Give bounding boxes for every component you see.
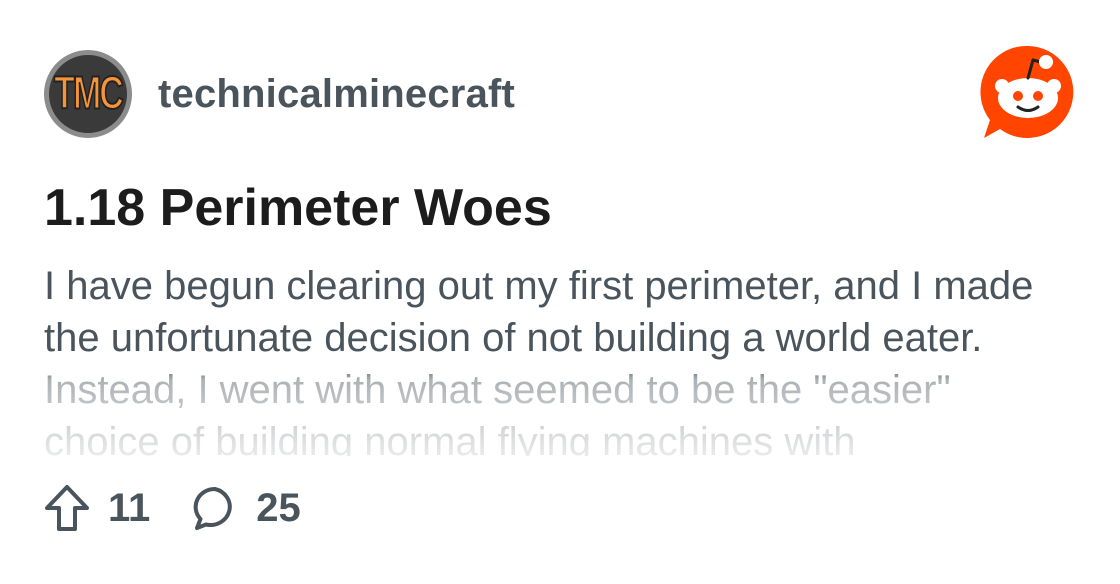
subreddit-name[interactable]: technicalminecraft	[158, 72, 515, 117]
upvote-count: 11	[108, 485, 151, 530]
comments-button[interactable]: 25	[192, 485, 301, 531]
post-stats: 11 25	[44, 484, 301, 532]
upvote-arrow-icon	[45, 485, 89, 531]
upvote-button[interactable]: 11	[44, 484, 150, 532]
post-title[interactable]: 1.18 Perimeter Woes	[44, 178, 552, 238]
subreddit-avatar-text: TMC	[53, 67, 124, 120]
subreddit-avatar[interactable]: TMC	[44, 50, 132, 138]
post-header: TMC technicalminecraft	[44, 50, 515, 138]
reddit-logo-icon	[980, 45, 1074, 138]
post-body-text[interactable]: I have begun clearing out my first perim…	[44, 260, 1074, 456]
comment-count: 25	[256, 485, 301, 530]
comment-bubble-icon	[193, 486, 233, 530]
post-body-container: I have begun clearing out my first perim…	[44, 260, 1074, 456]
